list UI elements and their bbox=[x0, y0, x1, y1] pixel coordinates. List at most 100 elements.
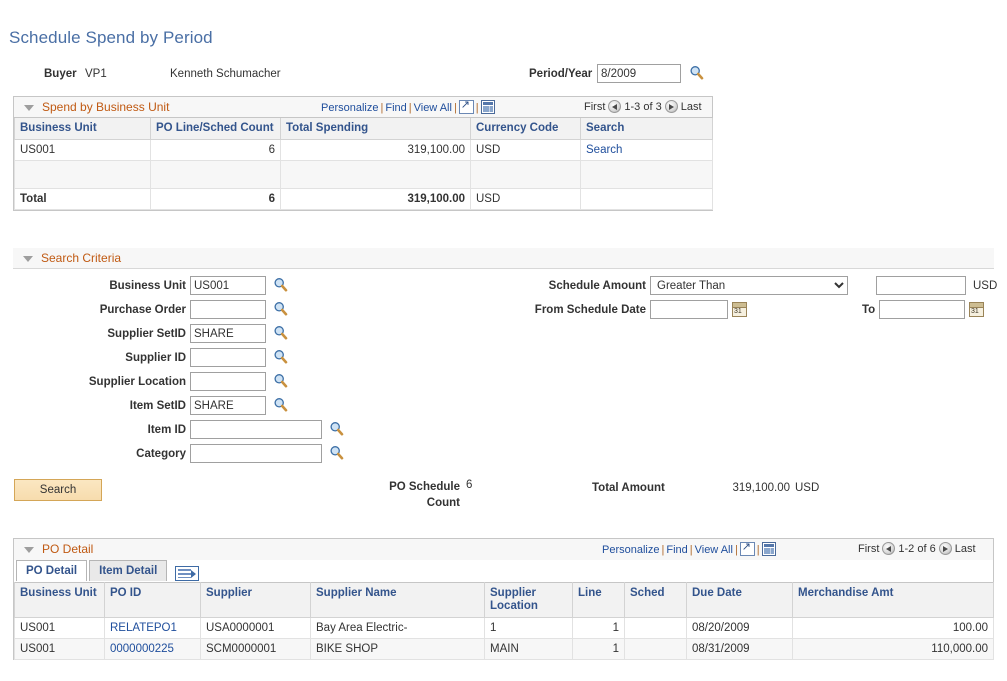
magnifier-icon[interactable] bbox=[273, 397, 288, 415]
field-supplier-id-wrap bbox=[190, 348, 288, 367]
col-supplier: Supplier bbox=[201, 583, 311, 618]
nav-last-label[interactable]: Last bbox=[955, 543, 976, 555]
view-all-link[interactable]: View All bbox=[414, 102, 452, 114]
cell-po-id[interactable]: 0000000225 bbox=[105, 639, 201, 660]
calendar-icon[interactable] bbox=[732, 302, 747, 317]
page-title: Schedule Spend by Period bbox=[9, 28, 213, 48]
table-row: US001 0000000225 SCM0000001 BIKE SHOP MA… bbox=[15, 639, 994, 660]
cell-supplier-location: 1 bbox=[485, 618, 573, 639]
personalize-link[interactable]: Personalize bbox=[321, 102, 378, 114]
label-supplier-location: Supplier Location bbox=[0, 376, 186, 388]
grid-layout-icon[interactable] bbox=[481, 100, 495, 114]
tab-po-detail[interactable]: PO Detail bbox=[16, 560, 87, 581]
col-sched: Sched bbox=[625, 583, 687, 618]
tab-item-detail[interactable]: Item Detail bbox=[89, 560, 167, 581]
row-search-link[interactable]: Search bbox=[586, 144, 622, 156]
field-item-id: Item ID bbox=[0, 420, 360, 444]
arrow-right-icon[interactable] bbox=[665, 100, 678, 113]
cell-total-label: Total bbox=[15, 189, 151, 210]
supplier-location-input[interactable] bbox=[190, 372, 266, 391]
supplier-id-input[interactable] bbox=[190, 348, 266, 367]
period-year-label: Period/Year bbox=[529, 68, 592, 80]
po-detail-nav: First1-2 of 6Last bbox=[858, 542, 976, 555]
cell-due-date: 08/31/2009 bbox=[687, 639, 793, 660]
supplier-setid-input[interactable] bbox=[190, 324, 266, 343]
field-supplier-id: Supplier ID bbox=[0, 348, 360, 372]
arrow-left-icon[interactable] bbox=[882, 542, 895, 555]
calendar-icon[interactable] bbox=[969, 302, 984, 317]
spend-grid-actions: Personalize|Find|View All|| bbox=[321, 100, 495, 114]
po-detail-table: Business Unit PO ID Supplier Supplier Na… bbox=[14, 582, 994, 660]
to-schedule-date-input[interactable] bbox=[879, 300, 965, 319]
label-item-setid: Item SetID bbox=[0, 400, 186, 412]
field-supplier-location: Supplier Location bbox=[0, 372, 360, 396]
cell-merchandise-amt: 100.00 bbox=[793, 618, 994, 639]
cell-supplier-name: BIKE SHOP bbox=[311, 639, 485, 660]
personalize-link[interactable]: Personalize bbox=[602, 544, 659, 556]
from-schedule-date-input[interactable] bbox=[650, 300, 728, 319]
grid-layout-icon[interactable] bbox=[762, 542, 776, 556]
po-detail-title: PO Detail bbox=[42, 542, 93, 556]
find-link[interactable]: Find bbox=[666, 544, 687, 556]
label-category: Category bbox=[0, 448, 186, 460]
po-id-link[interactable]: 0000000225 bbox=[110, 643, 174, 655]
po-schedule-count-label: PO Schedule Count bbox=[380, 479, 460, 511]
view-all-link[interactable]: View All bbox=[695, 544, 733, 556]
period-year-input[interactable] bbox=[597, 64, 681, 83]
spend-grid-nav: First 1-3 of 3 Last bbox=[584, 100, 702, 113]
magnifier-icon[interactable] bbox=[329, 421, 344, 439]
total-amount-label: Total Amount bbox=[592, 482, 665, 494]
find-link[interactable]: Find bbox=[385, 102, 406, 114]
item-id-input[interactable] bbox=[190, 420, 322, 439]
po-id-link[interactable]: RELATEPO1 bbox=[110, 622, 177, 634]
col-po-id: PO ID bbox=[105, 583, 201, 618]
magnifier-icon[interactable] bbox=[273, 373, 288, 391]
label-to-schedule-date: To bbox=[862, 304, 875, 316]
search-criteria-right-column: Schedule Amount Greater Than USD From Sc… bbox=[0, 276, 1007, 324]
item-setid-input[interactable] bbox=[190, 396, 266, 415]
schedule-spend-by-period-page: Schedule Spend by Period Buyer VP1 Kenne… bbox=[0, 0, 1007, 681]
cell-search-link[interactable]: Search bbox=[581, 140, 713, 161]
col-currency-code: Currency Code bbox=[471, 118, 581, 140]
table-row: US001 6 319,100.00 USD Search bbox=[15, 140, 713, 161]
cell-total-currency: USD bbox=[471, 189, 581, 210]
col-search: Search bbox=[581, 118, 713, 140]
search-button[interactable]: Search bbox=[14, 479, 102, 501]
nav-last-label[interactable]: Last bbox=[681, 101, 702, 113]
cell-sched bbox=[625, 639, 687, 660]
show-all-columns-icon[interactable] bbox=[175, 566, 199, 581]
schedule-amount-input[interactable] bbox=[876, 276, 966, 295]
col-business-unit: Business Unit bbox=[15, 118, 151, 140]
nav-first-label[interactable]: First bbox=[584, 101, 605, 113]
magnifier-icon[interactable] bbox=[689, 65, 704, 83]
cell-line: 1 bbox=[573, 618, 625, 639]
magnifier-icon[interactable] bbox=[273, 325, 288, 343]
po-detail-section: PO Detail Personalize|Find|View All|| Fi… bbox=[13, 538, 994, 660]
cell-currency: USD bbox=[471, 140, 581, 161]
magnifier-icon[interactable] bbox=[329, 445, 344, 463]
table-total-row: Total 6 319,100.00 USD bbox=[15, 189, 713, 210]
arrow-left-icon[interactable] bbox=[608, 100, 621, 113]
export-to-excel-icon[interactable] bbox=[459, 100, 474, 114]
export-to-excel-icon[interactable] bbox=[740, 542, 755, 556]
cell-total-count: 6 bbox=[151, 189, 281, 210]
magnifier-icon[interactable] bbox=[273, 349, 288, 367]
arrow-right-icon[interactable] bbox=[939, 542, 952, 555]
label-supplier-id: Supplier ID bbox=[0, 352, 186, 364]
cell-po-id[interactable]: RELATEPO1 bbox=[105, 618, 201, 639]
col-supplier-name: Supplier Name bbox=[311, 583, 485, 618]
label-from-schedule-date: From Schedule Date bbox=[460, 304, 646, 316]
field-supplier-setid-wrap bbox=[190, 324, 288, 343]
category-input[interactable] bbox=[190, 444, 322, 463]
po-detail-tabbar: PO DetailItem Detail bbox=[14, 560, 993, 582]
triangle-down-icon[interactable] bbox=[23, 256, 33, 262]
table-row: US001 RELATEPO1 USA0000001 Bay Area Elec… bbox=[15, 618, 994, 639]
schedule-amount-operator-select[interactable]: Greater Than bbox=[650, 276, 848, 295]
nav-first-label[interactable]: First bbox=[858, 543, 879, 555]
triangle-down-icon[interactable] bbox=[24, 105, 34, 111]
triangle-down-icon[interactable] bbox=[24, 547, 34, 553]
field-schedule-date-range: From Schedule Date To bbox=[0, 300, 1007, 324]
nav-range-label: 1-3 of 3 bbox=[624, 101, 661, 113]
field-category-wrap bbox=[190, 444, 344, 463]
total-amount-currency: USD bbox=[795, 482, 819, 494]
